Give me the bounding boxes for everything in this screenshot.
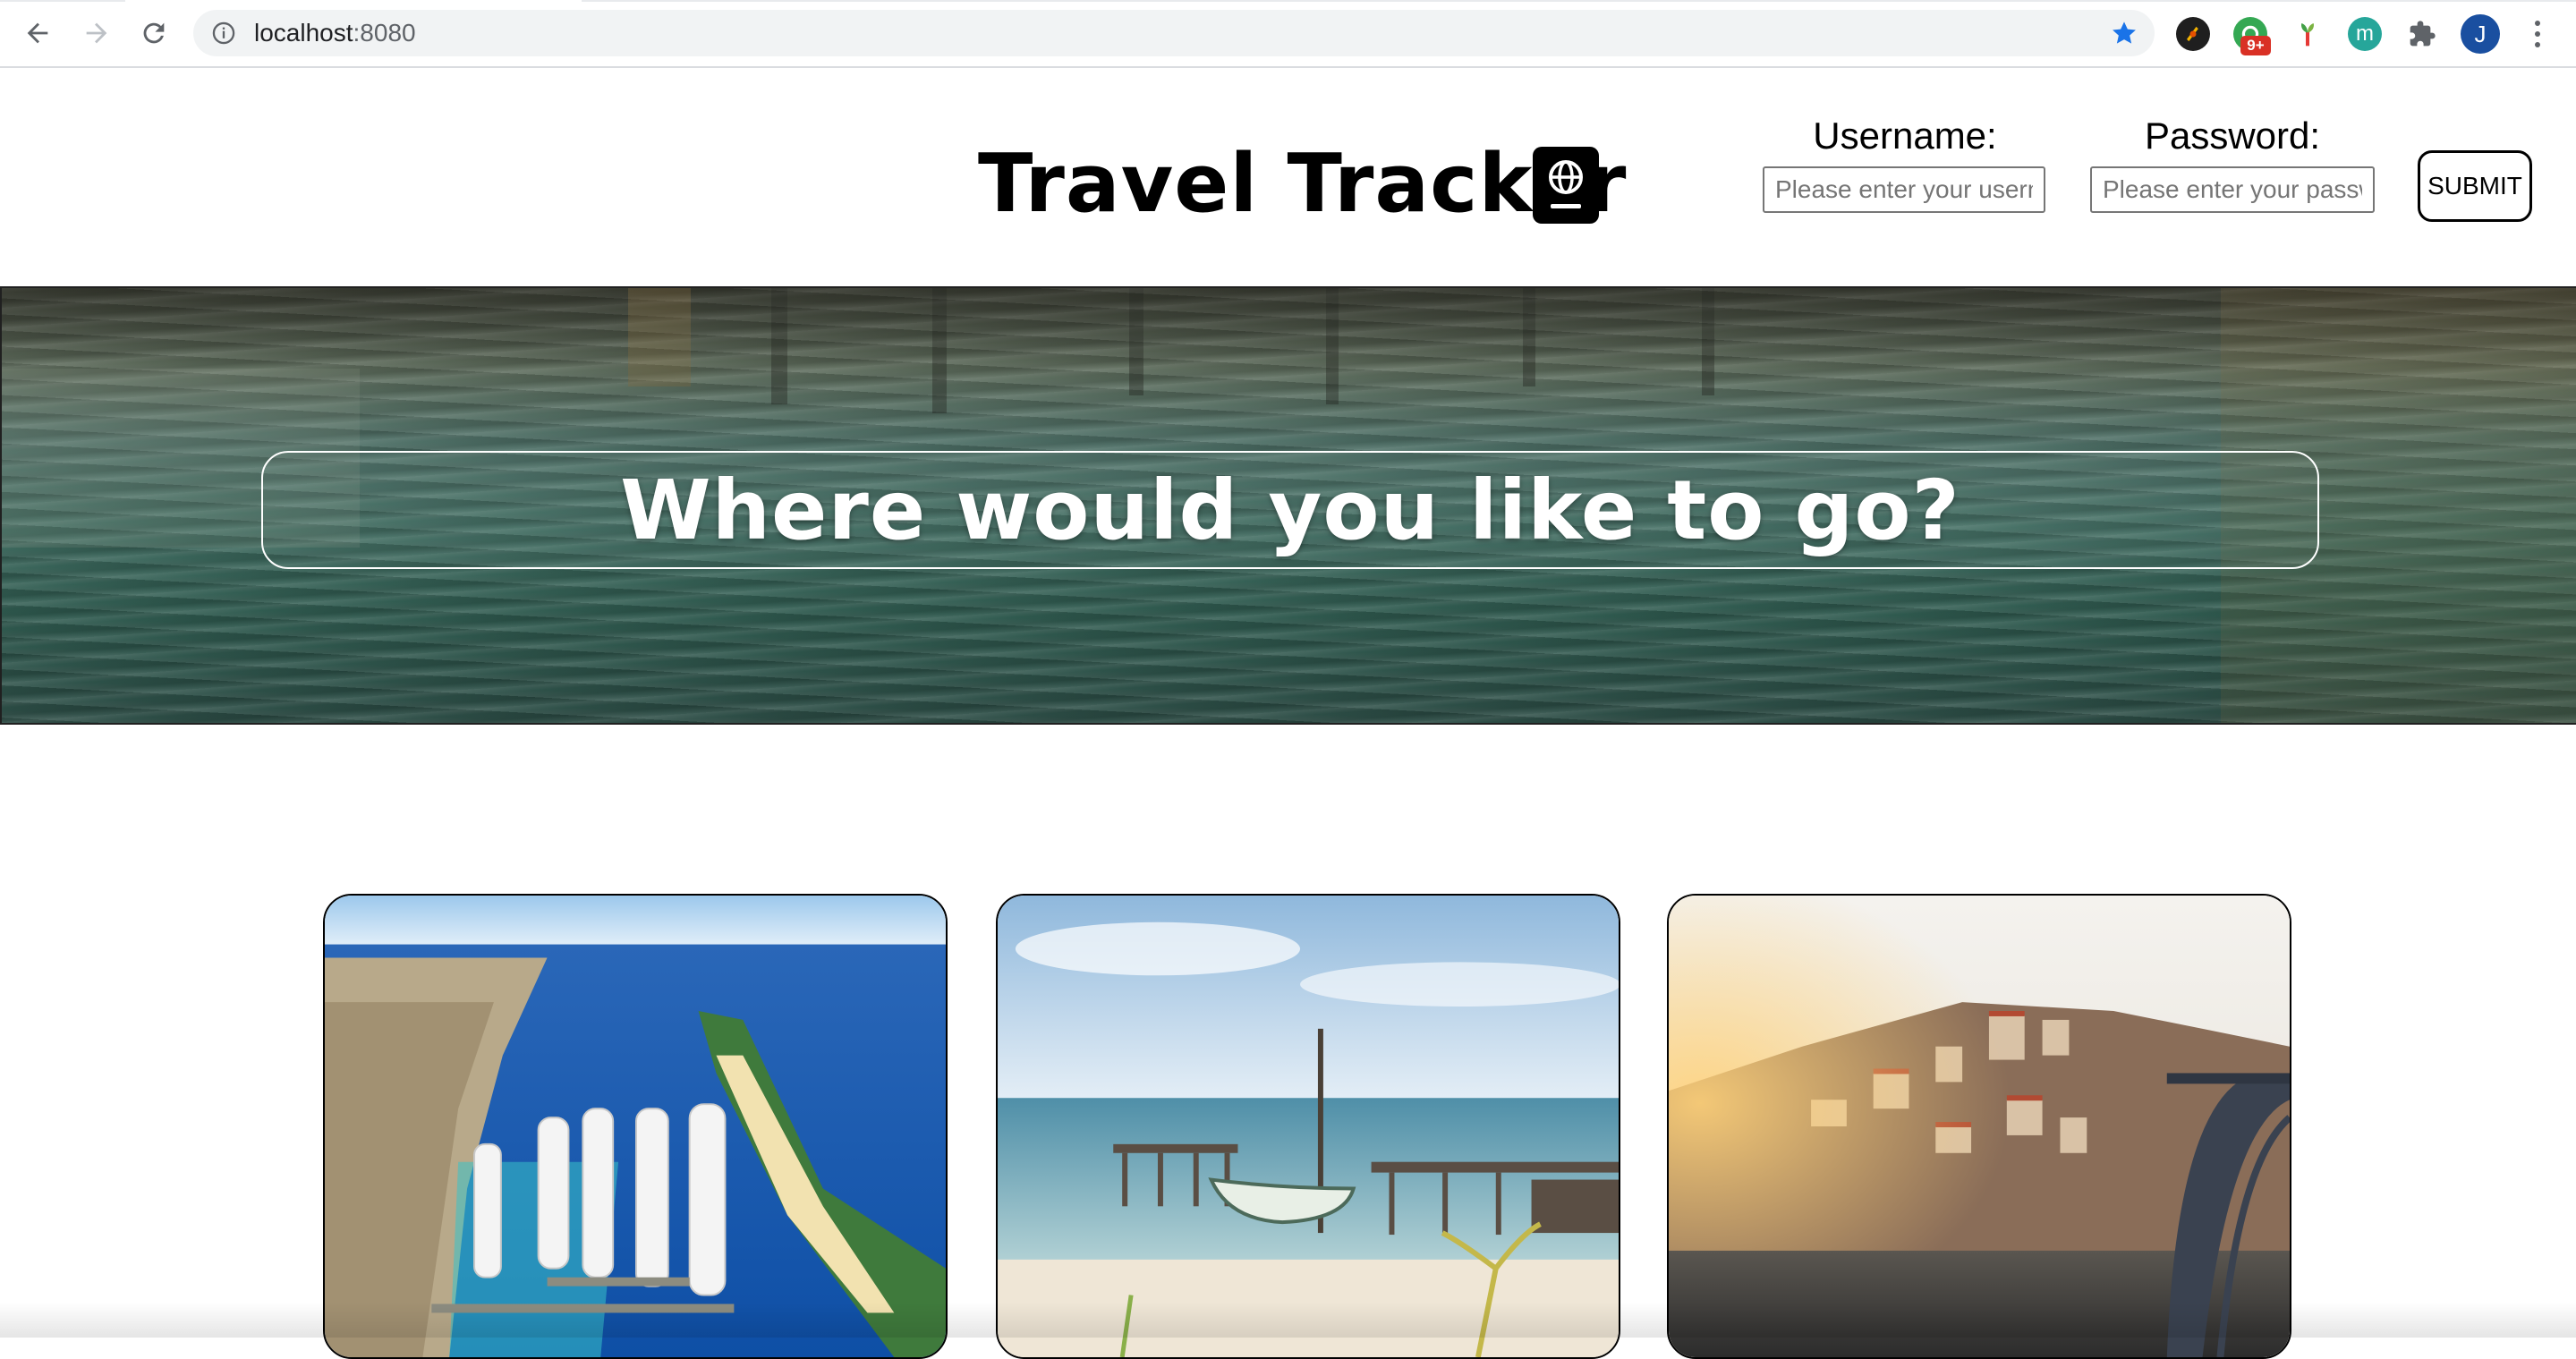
back-arrow-icon[interactable] — [18, 13, 57, 53]
username-label: Username: — [1813, 115, 1997, 157]
profile-avatar[interactable]: J — [2461, 14, 2500, 54]
destination-card-beach-pier[interactable] — [996, 894, 1620, 1359]
extension-sprout-icon[interactable] — [2291, 17, 2325, 51]
forward-arrow-icon[interactable] — [77, 13, 116, 53]
reload-icon[interactable] — [134, 13, 174, 53]
extension-dark-icon[interactable] — [2176, 17, 2210, 51]
address-bar[interactable]: localhost:8080 — [193, 10, 2155, 56]
url-port: :8080 — [353, 19, 416, 47]
url-text[interactable]: localhost:8080 — [254, 19, 416, 47]
page-title: Travel Tracker — [978, 137, 1628, 231]
extension-badge: 9+ — [2240, 36, 2271, 55]
tab-strip-edge — [0, 0, 2576, 2]
bookmark-star-icon[interactable] — [2110, 19, 2138, 47]
username-input[interactable] — [1763, 166, 2045, 213]
destination-card-cruise-port[interactable] — [323, 894, 948, 1359]
password-label: Password: — [2144, 115, 2321, 157]
beach-pier-image — [998, 896, 1619, 1357]
hero-banner: Where would you like to go? — [0, 286, 2576, 725]
hero-heading: Where would you like to go? — [620, 462, 1960, 558]
password-input[interactable] — [2090, 166, 2375, 213]
browser-toolbar: localhost:8080 9+ m J — [0, 0, 2576, 68]
extension-m-icon[interactable]: m — [2348, 17, 2382, 51]
site-info-icon[interactable] — [211, 21, 236, 46]
more-menu-icon[interactable] — [2529, 18, 2546, 50]
hero-heading-box: Where would you like to go? — [261, 451, 2319, 569]
hillside-city-image — [1669, 896, 2290, 1357]
extension-puzzle-icon[interactable] — [2405, 17, 2439, 51]
url-host: localhost — [254, 19, 353, 47]
submit-button[interactable]: SUBMIT — [2418, 150, 2532, 222]
passport-icon — [1533, 147, 1599, 224]
cruise-port-image — [325, 896, 946, 1357]
destination-card-hillside-city[interactable] — [1667, 894, 2291, 1359]
